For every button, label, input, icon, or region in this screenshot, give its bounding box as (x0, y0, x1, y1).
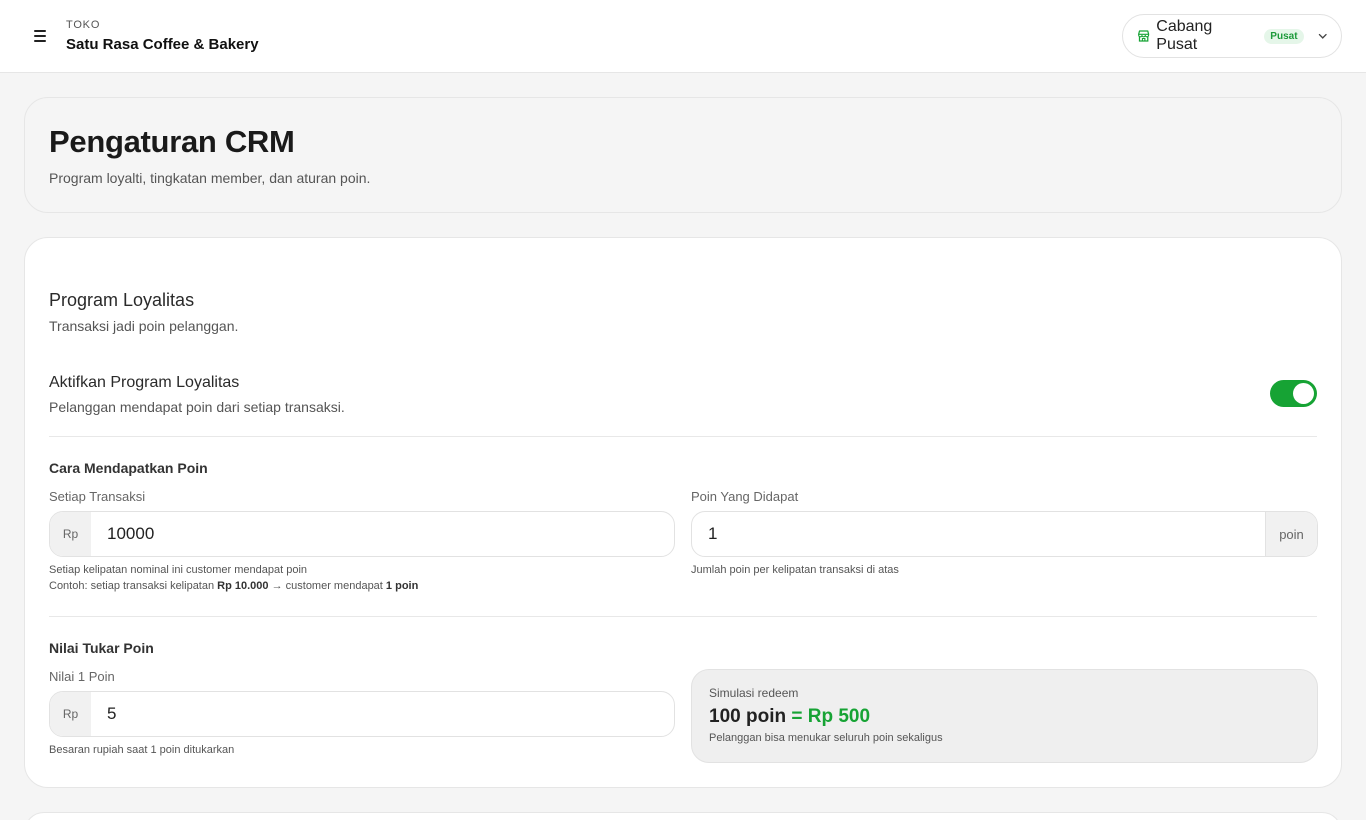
simulation-value: 100 poin = Rp 500 (709, 706, 871, 727)
per-transaction-label: Setiap Transaksi (49, 489, 146, 504)
loyalty-card: Program Loyalitas Transaksi jadi poin pe… (24, 237, 1342, 788)
point-value-input[interactable] (91, 692, 674, 736)
currency-prefix: Rp (50, 512, 91, 556)
point-value-help: Besaran rupiah saat 1 poin ditukarkan (49, 744, 235, 756)
page-title: Pengaturan CRM (49, 124, 295, 159)
top-bar: TOKO Satu Rasa Coffee & Bakery Cabang Pu… (0, 0, 1366, 73)
per-transaction-input[interactable] (91, 512, 674, 556)
branch-badge: Pusat (1264, 28, 1304, 44)
divider (49, 616, 1317, 617)
points-earned-field: poin (691, 511, 1318, 557)
divider (49, 436, 1317, 437)
earn-points-title: Cara Mendapatkan Poin (49, 460, 208, 476)
per-transaction-field: Rp (49, 511, 675, 557)
point-value-field: Rp (49, 691, 675, 737)
loyalty-toggle-label: Aktifkan Program Loyalitas (49, 374, 240, 391)
points-earned-help: Jumlah poin per kelipatan transaksi di a… (691, 564, 899, 576)
chevron-down-icon (1318, 33, 1327, 39)
loyalty-toggle-description: Pelanggan mendapat poin dari setiap tran… (49, 399, 345, 415)
redeem-title: Nilai Tukar Poin (49, 640, 154, 656)
simulation-label: Simulasi redeem (709, 686, 799, 700)
points-earned-label: Poin Yang Didapat (691, 489, 799, 504)
branch-name: Cabang Pusat (1156, 18, 1213, 53)
page-header-card: Pengaturan CRM Program loyalti, tingkata… (24, 97, 1342, 213)
store-icon (1138, 30, 1150, 42)
earn-example: Contoh: setiap transaksi kelipatan Rp 10… (49, 580, 419, 592)
currency-prefix: Rp (50, 692, 91, 736)
simulation-note: Pelanggan bisa menukar seluruh poin seka… (709, 732, 943, 744)
section-title: Program Loyalitas (49, 290, 195, 310)
loyalty-toggle[interactable] (1270, 380, 1317, 407)
section-subtitle: Transaksi jadi poin pelanggan. (49, 318, 239, 334)
per-transaction-help: Setiap kelipatan nominal ini customer me… (49, 564, 308, 576)
points-earned-input[interactable] (692, 512, 1265, 556)
next-section-card (24, 812, 1342, 820)
branch-selector[interactable]: Cabang Pusat Pusat (1122, 14, 1342, 58)
page-subtitle: Program loyalti, tingkatan member, dan a… (49, 170, 371, 186)
point-value-label: Nilai 1 Poin (49, 669, 115, 684)
points-suffix: poin (1265, 512, 1317, 556)
redeem-simulation: Simulasi redeem 100 poin = Rp 500 Pelang… (691, 669, 1318, 763)
hamburger-icon[interactable] (30, 26, 50, 46)
store-name: Satu Rasa Coffee & Bakery (66, 36, 259, 53)
toggle-knob (1293, 383, 1314, 404)
store-label: TOKO (66, 19, 101, 31)
